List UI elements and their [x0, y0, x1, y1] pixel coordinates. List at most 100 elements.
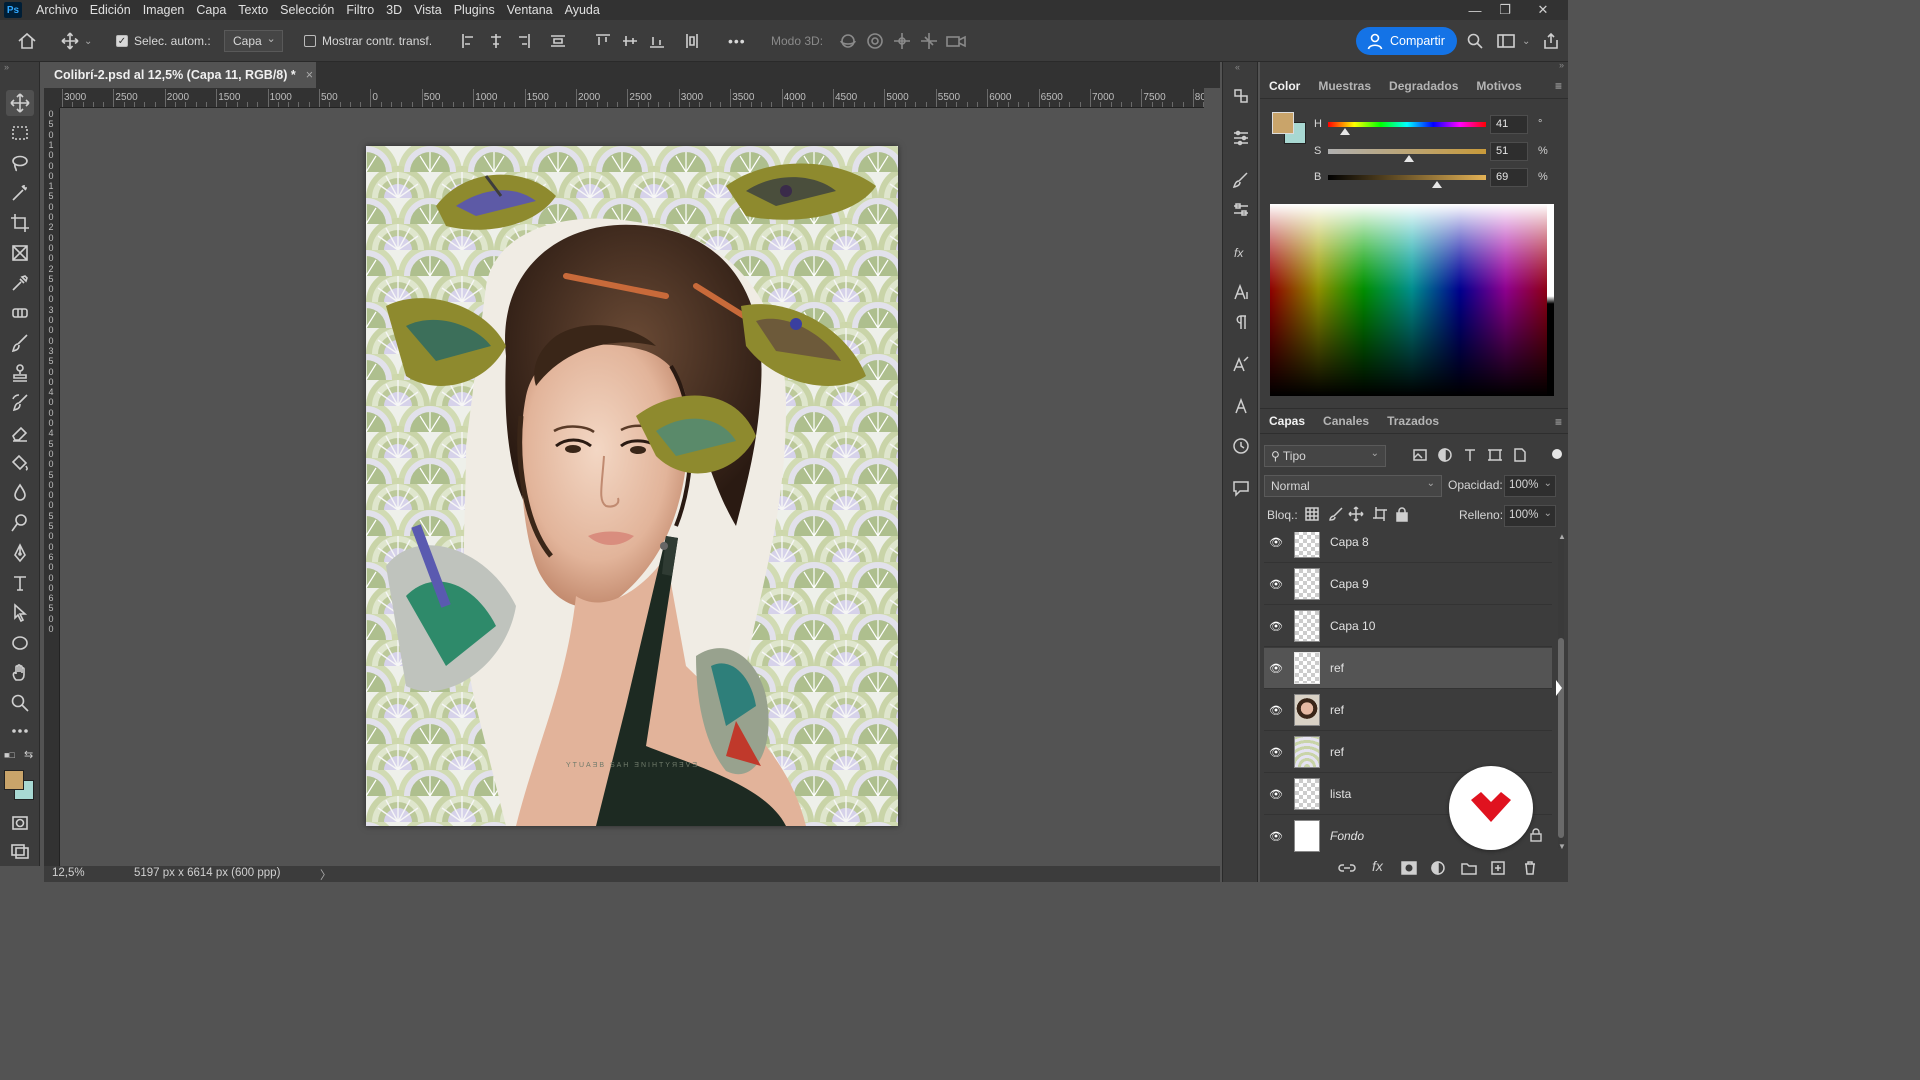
artboard[interactable]: YTUAƎB SAH ƎNIHTYЯƎVƎ: [366, 146, 898, 826]
hue-slider[interactable]: H 41 °: [1314, 115, 1564, 137]
eraser-tool-icon[interactable]: [6, 420, 34, 446]
tab-muestras[interactable]: Muestras: [1309, 73, 1380, 99]
camera-3d-icon[interactable]: [945, 20, 967, 62]
lock-artboard-icon[interactable]: [1372, 506, 1388, 525]
lasso-tool-icon[interactable]: [6, 150, 34, 176]
more-options-button[interactable]: •••: [728, 20, 746, 62]
path-selection-tool-icon[interactable]: [6, 600, 34, 626]
search-icon[interactable]: [1466, 20, 1484, 62]
hand-tool-icon[interactable]: [6, 660, 34, 686]
layers-scrollbar-thumb[interactable]: [1558, 638, 1564, 838]
lock-transparent-icon[interactable]: [1304, 506, 1320, 525]
document-dimensions[interactable]: 5197 px x 6614 px (600 ppp): [134, 867, 280, 879]
visibility-eye-icon[interactable]: 👁: [1264, 830, 1288, 843]
menu-texto[interactable]: Texto: [232, 0, 274, 20]
brush-settings-icon[interactable]: [1229, 168, 1253, 192]
orbit-3d-icon[interactable]: [838, 20, 858, 62]
menu-ayuda[interactable]: Ayuda: [559, 0, 606, 20]
filter-type-icon[interactable]: [1462, 447, 1478, 466]
saturation-value-input[interactable]: 51: [1490, 142, 1528, 161]
menu-imagen[interactable]: Imagen: [137, 0, 191, 20]
brightness-track[interactable]: [1328, 175, 1486, 180]
home-icon[interactable]: [16, 20, 38, 62]
paragraph-icon[interactable]: [1229, 310, 1253, 334]
align-left-icon[interactable]: [460, 20, 478, 62]
filter-shape-icon[interactable]: [1487, 447, 1503, 466]
history-states-icon[interactable]: [1229, 84, 1253, 108]
scroll-up-icon[interactable]: ▲: [1558, 532, 1566, 541]
styles-fx-icon[interactable]: fx: [1229, 240, 1253, 264]
delete-layer-icon[interactable]: [1522, 860, 1538, 879]
hue-track[interactable]: [1328, 122, 1486, 127]
tab-capas[interactable]: Capas: [1260, 408, 1314, 434]
ellipse-tool-icon[interactable]: [6, 630, 34, 656]
menu-filtro[interactable]: Filtro: [340, 0, 380, 20]
adjustments-icon[interactable]: [1229, 126, 1253, 150]
default-colors-icon[interactable]: ■□: [4, 750, 15, 760]
frame-tool-icon[interactable]: [6, 240, 34, 266]
document-tab[interactable]: Colibrí-2.psd al 12,5% (Capa 11, RGB/8) …: [44, 62, 316, 88]
close-tab-icon[interactable]: ×: [306, 68, 313, 82]
marquee-tool-icon[interactable]: [6, 120, 34, 146]
photoshop-logo[interactable]: Ps: [4, 2, 22, 18]
layer-row[interactable]: 👁 ref: [1264, 648, 1552, 689]
canvas-area[interactable]: YTUAƎB SAH ƎNIHTYЯƎVƎ: [60, 108, 1204, 866]
menu-seleccion[interactable]: Selección: [274, 0, 340, 20]
layer-thumbnail[interactable]: [1294, 568, 1320, 600]
layer-row[interactable]: 👁 Capa 10: [1264, 606, 1552, 647]
brush-tool-icon[interactable]: [6, 330, 34, 356]
add-mask-icon[interactable]: [1400, 860, 1418, 879]
lock-position-icon[interactable]: [1348, 506, 1364, 525]
swap-colors-icon[interactable]: ⇆: [24, 748, 33, 761]
distribute-v-icon[interactable]: [683, 20, 701, 62]
layer-thumbnail[interactable]: [1294, 778, 1320, 810]
layer-name[interactable]: Capa 8: [1330, 535, 1369, 549]
menu-plugins[interactable]: Plugins: [448, 0, 501, 20]
filter-toggle[interactable]: [1552, 449, 1562, 459]
menu-ventana[interactable]: Ventana: [501, 0, 559, 20]
layer-row[interactable]: 👁 ref: [1264, 690, 1552, 731]
pan-3d-icon[interactable]: [892, 20, 912, 62]
glyphs-icon[interactable]: [1229, 352, 1253, 376]
minimize-icon[interactable]: —: [1460, 0, 1490, 20]
brightness-value-input[interactable]: 69: [1490, 168, 1528, 187]
menu-vista[interactable]: Vista: [408, 0, 448, 20]
share-button[interactable]: Compartir: [1356, 27, 1457, 55]
menu-capa[interactable]: Capa: [190, 0, 232, 20]
layer-name[interactable]: ref: [1330, 703, 1344, 717]
layer-thumbnail[interactable]: [1294, 736, 1320, 768]
visibility-eye-icon[interactable]: 👁: [1264, 620, 1288, 633]
expand-toolbar-icon[interactable]: »: [4, 62, 9, 72]
dodge-tool-icon[interactable]: [6, 510, 34, 536]
visibility-eye-icon[interactable]: 👁: [1264, 704, 1288, 717]
hue-value-input[interactable]: 41: [1490, 115, 1528, 134]
layer-thumbnail[interactable]: [1294, 610, 1320, 642]
filter-adjustment-icon[interactable]: [1437, 447, 1453, 466]
vertical-ruler[interactable]: 0501000150020002500300035004000450050005…: [44, 108, 60, 866]
move-tool-preset-icon[interactable]: ⌄: [60, 20, 92, 62]
color-panel-menu-icon[interactable]: ≡: [1555, 79, 1562, 93]
new-adjustment-layer-icon[interactable]: [1430, 860, 1446, 879]
auto-select-target-dropdown[interactable]: Capa: [224, 30, 283, 52]
close-window-icon[interactable]: ✕: [1528, 0, 1558, 20]
hue-knob[interactable]: [1340, 128, 1351, 135]
visibility-eye-icon[interactable]: 👁: [1264, 578, 1288, 591]
lock-image-icon[interactable]: [1328, 506, 1344, 525]
zoom-level[interactable]: 12,5%: [52, 867, 85, 879]
layer-name[interactable]: ref: [1330, 745, 1344, 759]
pen-tool-icon[interactable]: [6, 540, 34, 566]
opacity-input[interactable]: 100% ⌄: [1504, 475, 1556, 497]
clone-stamp-tool-icon[interactable]: [6, 360, 34, 386]
collapse-icon[interactable]: «: [1235, 62, 1240, 72]
restore-icon[interactable]: ❐: [1490, 0, 1520, 20]
align-top-icon[interactable]: [594, 20, 612, 62]
layer-style-fx-icon[interactable]: fx: [1372, 858, 1383, 874]
distribute-h-icon[interactable]: [549, 20, 567, 62]
zoom-tool-icon[interactable]: [6, 690, 34, 716]
layer-thumbnail[interactable]: [1294, 652, 1320, 684]
layer-thumbnail[interactable]: [1294, 694, 1320, 726]
layer-name[interactable]: Fondo: [1330, 829, 1364, 843]
horizontal-ruler[interactable]: 3000 2500 2000 1500 1000 500 0 500 1000 1500 2000 2…: [60, 88, 1204, 108]
align-right-icon[interactable]: [514, 20, 532, 62]
healing-brush-tool-icon[interactable]: [6, 300, 34, 326]
